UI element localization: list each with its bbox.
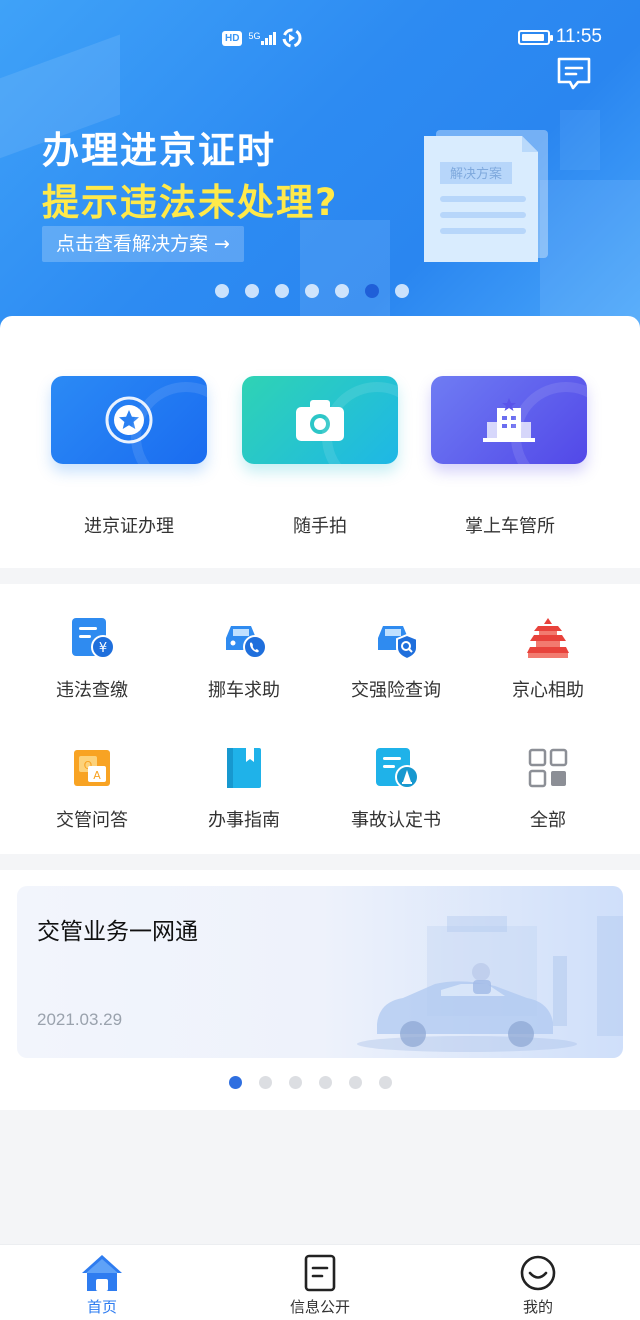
tab-info-disclosure[interactable]: 信息公开 <box>240 1245 400 1320</box>
hero-banner[interactable]: HD 5G 11:55 办理进京证时 提示违法未处理? 点击查看解决方案 → 解… <box>0 0 640 330</box>
tab-label: 首页 <box>86 1298 117 1316</box>
service-move-car[interactable]: 挪车求助 <box>168 616 320 726</box>
message-icon[interactable] <box>556 56 592 92</box>
status-right: 11:55 <box>517 26 602 48</box>
service-beijing-help[interactable]: 京心相助 <box>472 616 624 726</box>
news-banner[interactable]: 交管业务一网通 2021.03.29 <box>17 886 623 1058</box>
pagination-dot[interactable] <box>349 1076 362 1089</box>
shortcut-label: 掌上车管所 <box>465 516 555 537</box>
tab-label: 信息公开 <box>289 1298 350 1316</box>
sync-icon <box>282 28 302 48</box>
battery-icon <box>517 29 553 45</box>
clock: 11:55 <box>555 26 602 47</box>
pagination-dot[interactable] <box>335 284 349 298</box>
service-label: 交管问答 <box>56 810 128 831</box>
service-guide[interactable]: 办事指南 <box>168 746 320 856</box>
smiley-face-icon <box>520 1255 556 1291</box>
pagination-dot[interactable] <box>215 284 229 298</box>
news-title: 交管业务一网通 <box>37 919 198 945</box>
fine-payment-icon: ¥ <box>72 618 114 659</box>
hd-badge: HD <box>222 30 243 46</box>
service-qa[interactable]: Q A 交管问答 <box>16 746 168 856</box>
pagination-dot[interactable] <box>259 1076 272 1089</box>
network-label: 5G <box>248 30 261 41</box>
pagination-dot[interactable] <box>305 284 319 298</box>
pagination-dot[interactable] <box>245 284 259 298</box>
car-illustration <box>357 916 623 1052</box>
document-icon <box>304 1254 336 1292</box>
car-call-icon <box>226 626 266 659</box>
view-solution-button[interactable]: 点击查看解决方案 → <box>42 226 244 262</box>
tab-label: 我的 <box>522 1298 553 1316</box>
shortcut-label: 进京证办理 <box>84 516 174 537</box>
pagination-dot[interactable] <box>319 1076 332 1089</box>
service-label: 办事指南 <box>208 810 280 831</box>
service-label: 事故认定书 <box>351 810 441 831</box>
banner-decoration <box>300 220 390 330</box>
service-violation-payment[interactable]: ¥ 违法查缴 <box>16 616 168 726</box>
guide-book-icon <box>227 748 261 788</box>
beijing-permit-tile[interactable] <box>51 376 207 464</box>
banner-pagination <box>215 284 409 298</box>
home-icon <box>82 1255 122 1291</box>
svg-text:¥: ¥ <box>99 641 107 656</box>
tab-mine[interactable]: 我的 <box>458 1245 618 1320</box>
banner-subheadline: 提示违法未处理? <box>42 181 339 224</box>
service-label: 全部 <box>530 810 566 831</box>
qa-chat-icon: Q A <box>74 750 110 786</box>
svg-text:A: A <box>93 769 101 782</box>
grid-all-icon <box>528 748 568 788</box>
service-label: 京心相助 <box>512 680 584 701</box>
vehicle-office-tile[interactable] <box>431 376 587 464</box>
banner-decoration <box>560 110 600 170</box>
pagination-dot[interactable] <box>289 1076 302 1089</box>
car-insurance-search-icon <box>378 626 418 660</box>
temple-of-heaven-icon <box>527 618 569 658</box>
services-grid: ¥ 违法查缴 挪车求助 交强险查询 京心相助 Q A 交管问答 办事指南 事故认… <box>0 584 640 854</box>
snapshot-report-tile[interactable] <box>242 376 398 464</box>
news-date: 2021.03.29 <box>37 1010 123 1029</box>
document-illustration: 解决方案 <box>424 130 548 262</box>
service-label: 交强险查询 <box>351 680 441 701</box>
service-label: 挪车求助 <box>208 680 280 701</box>
signal-icon: 5G <box>248 30 277 45</box>
pagination-dot[interactable] <box>275 284 289 298</box>
bottom-tab-bar: 首页 信息公开 我的 <box>0 1244 640 1320</box>
doc-label: 解决方案 <box>450 166 502 182</box>
service-all[interactable]: 全部 <box>472 746 624 856</box>
tab-home[interactable]: 首页 <box>22 1245 182 1320</box>
primary-shortcuts-card: 进京证办理 随手拍 掌上车管所 <box>0 316 640 568</box>
status-icons: HD 5G <box>222 28 302 48</box>
pagination-dot-active[interactable] <box>229 1076 242 1089</box>
service-label: 违法查缴 <box>56 680 128 701</box>
news-carousel: 交管业务一网通 2021.03.29 <box>0 870 640 1110</box>
service-insurance-query[interactable]: 交强险查询 <box>320 616 472 726</box>
shortcut-label: 随手拍 <box>293 516 347 537</box>
service-accident-report[interactable]: 事故认定书 <box>320 746 472 856</box>
banner-headline: 办理进京证时 <box>42 129 276 172</box>
pagination-dot[interactable] <box>379 1076 392 1089</box>
pagination-dot-active[interactable] <box>365 284 379 298</box>
accident-report-icon <box>376 748 418 789</box>
news-pagination <box>229 1076 392 1089</box>
pagination-dot[interactable] <box>395 284 409 298</box>
status-bar: HD 5G 11:55 <box>0 22 640 54</box>
